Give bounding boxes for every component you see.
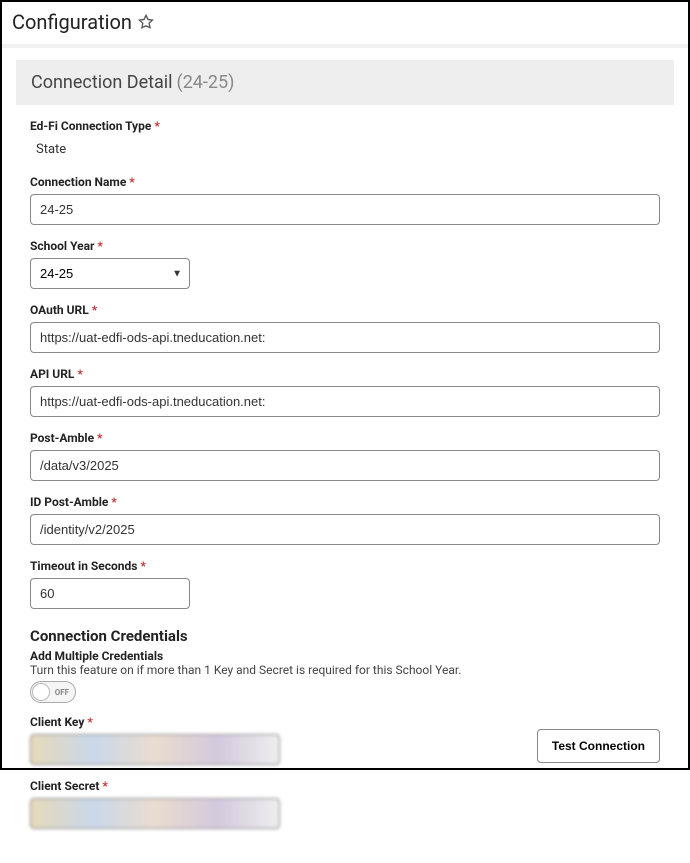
page-header: Configuration xyxy=(2,2,688,48)
school-year-label: School Year * xyxy=(30,239,660,253)
conn-type-group: Ed-Fi Connection Type * State xyxy=(30,119,660,161)
toggle-knob xyxy=(32,683,50,701)
school-year-select[interactable]: 24-25 xyxy=(30,258,190,289)
page-title: Configuration xyxy=(12,10,132,34)
test-connection-button[interactable]: Test Connection xyxy=(537,729,660,763)
required-indicator: * xyxy=(92,303,97,317)
conn-type-label-text: Ed-Fi Connection Type xyxy=(30,119,151,133)
api-label: API URL * xyxy=(30,367,660,381)
client-key-group: Client Key * xyxy=(30,715,280,765)
star-icon[interactable] xyxy=(138,14,154,30)
client-key-row: Client Key * Test Connection xyxy=(30,715,660,765)
required-indicator: * xyxy=(140,559,145,573)
oauth-label-text: OAuth URL xyxy=(30,303,89,317)
required-indicator: * xyxy=(129,175,134,189)
section-title: Connection Detail xyxy=(31,72,173,93)
oauth-group: OAuth URL * xyxy=(30,303,660,353)
conn-name-input[interactable] xyxy=(30,194,660,225)
api-label-text: API URL xyxy=(30,367,74,381)
required-indicator: * xyxy=(102,779,107,793)
timeout-label: Timeout in Seconds * xyxy=(30,559,660,573)
idpostamble-label: ID Post-Amble * xyxy=(30,495,660,509)
oauth-label: OAuth URL * xyxy=(30,303,660,317)
multi-cred-label: Add Multiple Credentials xyxy=(30,649,660,663)
postamble-label: Post-Amble * xyxy=(30,431,660,445)
client-secret-input[interactable] xyxy=(30,798,280,829)
api-input[interactable] xyxy=(30,386,660,417)
school-year-select-wrap: 24-25 ▼ xyxy=(30,258,190,289)
required-indicator: * xyxy=(97,239,102,253)
client-key-input[interactable] xyxy=(30,734,280,765)
conn-name-label-text: Connection Name xyxy=(30,175,126,189)
required-indicator: * xyxy=(97,431,102,445)
required-indicator: * xyxy=(87,715,92,729)
postamble-input[interactable] xyxy=(30,450,660,481)
idpostamble-input[interactable] xyxy=(30,514,660,545)
section-header: Connection Detail (24-25) xyxy=(16,60,674,105)
idpostamble-label-text: ID Post-Amble xyxy=(30,495,108,509)
client-secret-group: Client Secret * xyxy=(30,779,660,829)
credentials-heading: Connection Credentials xyxy=(30,627,660,645)
multi-cred-toggle[interactable]: OFF xyxy=(30,681,76,703)
client-secret-label: Client Secret * xyxy=(30,779,660,793)
required-indicator: * xyxy=(77,367,82,381)
timeout-input[interactable] xyxy=(30,578,190,609)
timeout-group: Timeout in Seconds * xyxy=(30,559,660,609)
conn-name-label: Connection Name * xyxy=(30,175,660,189)
client-key-label: Client Key * xyxy=(30,715,280,729)
timeout-label-text: Timeout in Seconds xyxy=(30,559,137,573)
client-secret-label-text: Client Secret xyxy=(30,779,99,793)
oauth-input[interactable] xyxy=(30,322,660,353)
conn-type-value: State xyxy=(30,138,660,161)
idpostamble-group: ID Post-Amble * xyxy=(30,495,660,545)
required-indicator: * xyxy=(111,495,116,509)
required-indicator: * xyxy=(154,119,159,133)
conn-name-group: Connection Name * xyxy=(30,175,660,225)
section-year: (24-25) xyxy=(177,72,235,93)
school-year-label-text: School Year xyxy=(30,239,94,253)
multi-cred-help: Turn this feature on if more than 1 Key … xyxy=(30,663,660,677)
conn-type-label: Ed-Fi Connection Type * xyxy=(30,119,660,133)
postamble-group: Post-Amble * xyxy=(30,431,660,481)
client-key-label-text: Client Key xyxy=(30,715,84,729)
school-year-group: School Year * 24-25 ▼ xyxy=(30,239,660,289)
toggle-state-text: OFF xyxy=(55,688,69,697)
postamble-label-text: Post-Amble xyxy=(30,431,94,445)
form-body: Ed-Fi Connection Type * State Connection… xyxy=(2,105,688,863)
api-group: API URL * xyxy=(30,367,660,417)
